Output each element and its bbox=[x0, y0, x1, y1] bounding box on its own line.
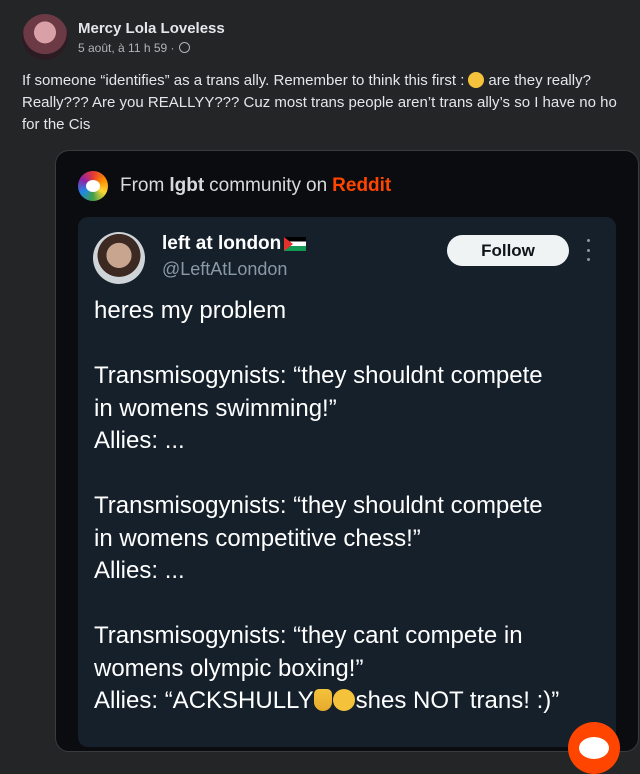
reddit-snoo-icon[interactable] bbox=[568, 722, 620, 774]
tweet-text-segment: Allies: “ACKSHULLY bbox=[94, 687, 314, 714]
tweet-block3-line2: womens olympic boxing!” bbox=[94, 654, 364, 682]
embed-from-label: From bbox=[120, 175, 165, 196]
thinking-face-icon bbox=[468, 72, 485, 88]
tweet-intro: heres my problem bbox=[94, 297, 287, 324]
embedded-reddit-post[interactable]: From lgbt community on Reddit left at lo… bbox=[55, 150, 639, 774]
globe-icon bbox=[178, 42, 190, 53]
post-header: Mercy Lola Loveless 5 août, à 11 h 59 · bbox=[22, 14, 225, 60]
tweet-body: heres my problem Transmisogynists: “they… bbox=[94, 295, 614, 718]
palestine-flag-icon bbox=[284, 237, 307, 251]
post-text-line-1: If someone “identifies” as a trans ally.… bbox=[22, 70, 640, 92]
post-text-segment: If someone “identifies” as a trans ally.… bbox=[22, 72, 465, 89]
post-timestamp[interactable]: 5 août, à 11 h 59 · bbox=[78, 41, 175, 55]
author-avatar[interactable] bbox=[22, 14, 68, 60]
smiling-face-icon bbox=[332, 689, 355, 711]
embed-source: From lgbt community on Reddit bbox=[78, 171, 391, 201]
tweet-author-avatar[interactable] bbox=[93, 232, 145, 284]
tweet-author-name-row: left at london bbox=[162, 233, 307, 255]
rainbow-community-icon bbox=[78, 171, 108, 201]
tweet-block1-line3: Allies: ... bbox=[94, 427, 185, 454]
tweet-block2-line3: Allies: ... bbox=[94, 557, 185, 584]
tweet-block1-line2: in womens swimming!” bbox=[94, 394, 337, 422]
post-text-line-3: for the Cis bbox=[22, 116, 91, 133]
tweet-author-name[interactable]: left at london bbox=[162, 233, 281, 255]
embed-community-suffix: community bbox=[209, 175, 302, 196]
post-text-line-2: Really??? Are you REALLYY??? Cuz most tr… bbox=[22, 94, 617, 111]
more-options-icon[interactable] bbox=[585, 239, 591, 261]
post-text: If someone “identifies” as a trans ally.… bbox=[22, 70, 640, 136]
post-text-segment: are they really? bbox=[488, 72, 591, 89]
tweet-block3-line3: Allies: “ACKSHULLY shes NOT trans! :)” bbox=[94, 685, 614, 718]
tweet-text-segment: shes NOT trans! :)” bbox=[355, 687, 560, 714]
author-name[interactable]: Mercy Lola Loveless bbox=[78, 20, 225, 37]
embed-community-name[interactable]: lgbt bbox=[169, 175, 204, 197]
follow-button[interactable]: Follow bbox=[447, 235, 569, 266]
tweet-block2-line2: in womens competitive chess!” bbox=[94, 524, 421, 552]
pointing-up-hand-icon bbox=[313, 689, 332, 711]
tweet-block2-line1: Transmisogynists: “they shouldnt compete bbox=[94, 492, 543, 519]
embed-on-label: on bbox=[306, 175, 328, 196]
tweet-card: left at london @LeftAtLondon Follow here… bbox=[78, 217, 620, 774]
post-header-text: Mercy Lola Loveless 5 août, à 11 h 59 · bbox=[78, 20, 225, 55]
post-meta: 5 août, à 11 h 59 · bbox=[78, 41, 225, 55]
tweet-author-handle[interactable]: @LeftAtLondon bbox=[162, 259, 287, 280]
embed-platform-name[interactable]: Reddit bbox=[332, 175, 391, 197]
tweet-block3-line1: Transmisogynists: “they cant compete in bbox=[94, 622, 523, 649]
tweet-block1-line1: Transmisogynists: “they shouldnt compete bbox=[94, 362, 543, 389]
